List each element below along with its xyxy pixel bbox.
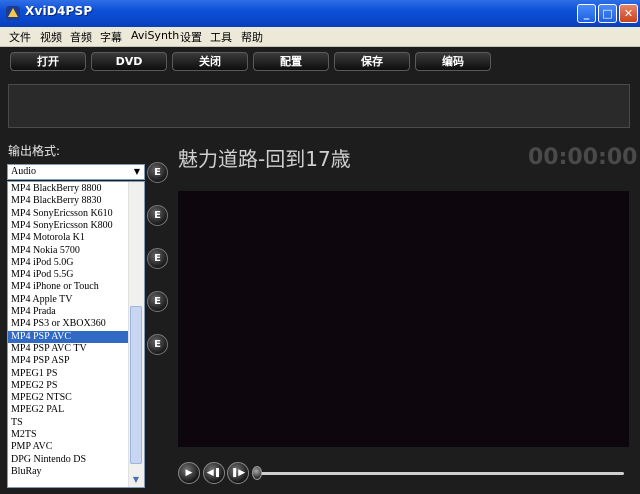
format-list-item[interactable]: MP4 BlackBerry 8800 (8, 183, 130, 195)
seek-bar[interactable] (258, 472, 624, 475)
info-panel (8, 84, 630, 128)
format-list-item[interactable]: MPEG2 PS (8, 380, 130, 392)
format-list-item[interactable]: MP4 PSP AVC (8, 330, 130, 343)
play-button[interactable]: ▶ (178, 462, 200, 484)
open-button[interactable]: 打开 (10, 52, 86, 71)
format-list-item[interactable]: MPEG2 NTSC (8, 392, 130, 404)
format-list[interactable]: MP4 BlackBerry 8800 MP4 BlackBerry 8830 MP… (7, 181, 145, 488)
menu-tools[interactable]: 工具 (210, 29, 232, 45)
frame-forward-button[interactable]: ❚▶ (227, 462, 249, 484)
format-list-item[interactable]: MP4 iPod 5.5G (8, 269, 130, 281)
menu-subtitle[interactable]: 字幕 (100, 29, 122, 45)
menu-video[interactable]: 视频 (40, 29, 62, 45)
format-list-item[interactable]: PMP AVC (8, 441, 130, 453)
scroll-down-arrow-icon[interactable]: ▼ (130, 474, 142, 486)
edit-button-1[interactable]: E (147, 162, 168, 183)
format-list-item[interactable]: MPEG2 PAL (8, 404, 130, 416)
format-list-item[interactable]: MP4 BlackBerry 8830 (8, 195, 130, 207)
edit-button-4[interactable]: E (147, 291, 168, 312)
format-list-item[interactable]: DPG Nintendo DS (8, 454, 130, 466)
menu-audio[interactable]: 音频 (70, 29, 92, 45)
edit-button-5[interactable]: E (147, 334, 168, 355)
encode-button[interactable]: 编码 (415, 52, 491, 71)
format-list-scrollbar[interactable]: ▼ (128, 182, 144, 487)
save-button[interactable]: 保存 (334, 52, 410, 71)
format-list-item[interactable]: MP4 Apple TV (8, 294, 130, 306)
chevron-down-icon[interactable]: ▼ (132, 167, 142, 177)
frame-back-button[interactable]: ◀❚ (203, 462, 225, 484)
video-preview[interactable] (178, 191, 629, 447)
close-window-button[interactable]: ✕ (619, 4, 638, 23)
format-list-item[interactable]: MP4 Motorola K1 (8, 232, 130, 244)
edit-button-3[interactable]: E (147, 248, 168, 269)
format-list-item[interactable]: MP4 iPhone or Touch (8, 281, 130, 293)
output-format-select[interactable]: Audio ▼ (7, 164, 145, 180)
timecode: 00:00:00 (528, 145, 638, 170)
maximize-button[interactable]: □ (598, 4, 617, 23)
format-list-item[interactable]: MP4 SonyEricsson K800 (8, 220, 130, 232)
dvd-button[interactable]: DVD (91, 52, 167, 71)
close-button[interactable]: 关闭 (172, 52, 248, 71)
format-list-item[interactable]: MP4 PS3 or XBOX360 (8, 318, 130, 330)
output-format-value: Audio (11, 166, 36, 177)
format-list-item[interactable]: MP4 PSP AVC TV (8, 343, 130, 355)
minimize-button[interactable]: _ (577, 4, 596, 23)
format-list-item[interactable]: MP4 iPod 5.0G (8, 257, 130, 269)
menu-avisynth[interactable]: AviSynth (131, 29, 179, 42)
format-list-item[interactable]: MP4 PSP ASP (8, 355, 130, 367)
video-title: 魅力道路-回到17歳 (178, 147, 351, 171)
edit-button-2[interactable]: E (147, 205, 168, 226)
menu-help[interactable]: 帮助 (241, 29, 263, 45)
app-logo-icon (6, 6, 20, 20)
format-list-item[interactable]: MP4 Prada (8, 306, 130, 318)
format-list-item[interactable]: MP4 Nokia 5700 (8, 245, 130, 257)
format-list-item[interactable]: MPEG1 PS (8, 368, 130, 380)
window-title: XviD4PSP (25, 4, 93, 18)
menu-file[interactable]: 文件 (9, 29, 31, 45)
format-list-item[interactable]: BluRay (8, 466, 130, 478)
title-bar: XviD4PSP _ □ ✕ (0, 0, 640, 28)
format-list-item[interactable]: TS (8, 417, 130, 429)
output-format-label: 输出格式: (8, 144, 61, 158)
config-button[interactable]: 配置 (253, 52, 329, 71)
format-list-item[interactable]: M2TS (8, 429, 130, 441)
scrollbar-thumb[interactable] (130, 306, 142, 464)
seek-handle[interactable] (252, 466, 262, 480)
format-list-item[interactable]: MP4 SonyEricsson K610 (8, 208, 130, 220)
menu-settings[interactable]: 设置 (180, 29, 202, 45)
menu-bar: 文件 视频 音频 字幕 AviSynth 设置 工具 帮助 (0, 27, 640, 47)
